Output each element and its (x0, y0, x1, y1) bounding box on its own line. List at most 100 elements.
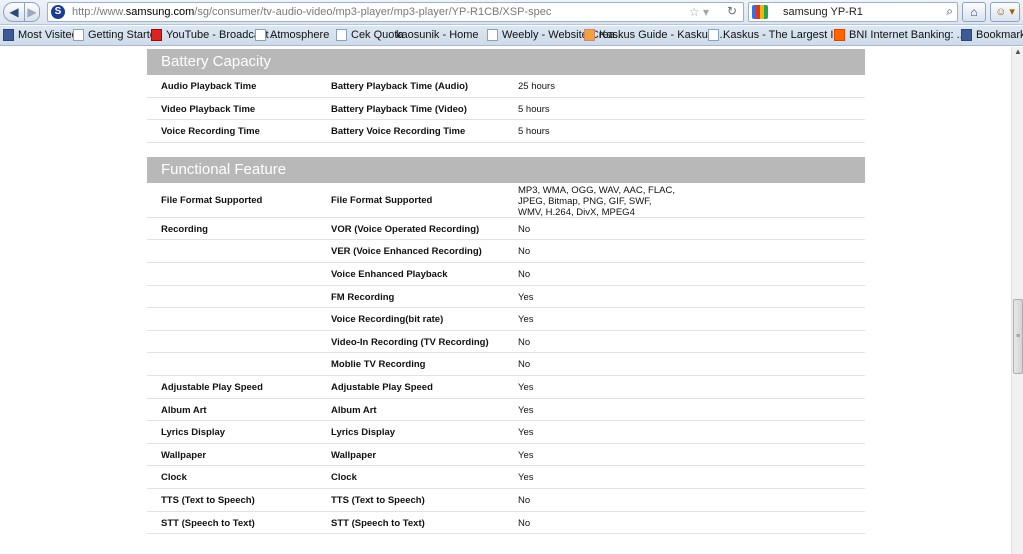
back-arrow-icon: ◀ (9, 5, 19, 19)
spec-item-label: Battery Playback Time (Video) (331, 103, 467, 115)
bookmark-label: Kaskus - The Largest I... (723, 29, 843, 41)
spec-group-label: Clock (161, 472, 187, 484)
spec-group-label: Audio Playback Time (161, 81, 257, 92)
spec-item-label: Album Art (331, 404, 377, 416)
bookmark-item[interactable]: Kaskus Guide - Kaskus ... (584, 29, 726, 41)
spec-item-label: VER (Voice Enhanced Recording) (331, 246, 482, 258)
spec-value: No (518, 223, 531, 235)
spec-item-label: Clock (331, 472, 357, 484)
spec-value: Yes (518, 291, 534, 303)
bookmark-star-icon[interactable]: ☆ ▾ (689, 5, 709, 19)
bookmark-label: Kaskus Guide - Kaskus ... (599, 29, 726, 41)
site-favicon-icon: S (51, 5, 65, 19)
section-header: Battery Capacity (147, 49, 865, 75)
spec-row: Voice Recording Time Battery Voice Record… (147, 120, 865, 143)
spec-group-label: Wallpaper (161, 449, 207, 461)
bookmark-label: BNI Internet Banking: ... (849, 29, 966, 41)
spec-value: Yes (518, 449, 534, 461)
spec-value: Yes (518, 427, 534, 439)
spec-group-label: Recording (161, 223, 208, 235)
search-bar[interactable]: samsung YP-R1 ⌕ (748, 2, 958, 22)
spec-row: Video-In Recording (TV Recording) No (147, 331, 865, 354)
spec-row: Album Art Album Art Yes (147, 399, 865, 422)
spec-group-label: Video Playback Time (161, 103, 256, 115)
spec-item-label: TTS (Text to Speech) (331, 494, 425, 506)
spec-row: Recording VOR (Voice Operated Recording) N… (147, 218, 865, 241)
section-header: Functional Feature (147, 156, 865, 183)
spec-value: Yes (518, 404, 534, 416)
spec-group-label: Adjustable Play Speed (161, 381, 263, 393)
spec-item-label: Lyrics Display (331, 427, 396, 439)
bookmark-item[interactable]: Bookmarks (961, 29, 1023, 41)
spec-item-label: File Format Supported (331, 194, 433, 206)
spec-item-label: Battery Playback Time (Audio) (331, 81, 469, 92)
bookmark-icon (961, 29, 972, 41)
magnifier-icon[interactable]: ⌕ (946, 4, 953, 19)
vertical-scrollbar[interactable]: ▲ ≡ (1011, 47, 1023, 554)
home-button[interactable]: ⌂ (962, 2, 986, 22)
bookmarks-toolbar: Most Visited Getting Started YouTube - Bro… (0, 26, 1023, 46)
spec-table: Battery Capacity Audio Playback Time Batte… (147, 47, 865, 535)
spec-row: Lyrics Display Lyrics Display Yes (147, 421, 865, 444)
spec-value: Yes (518, 314, 534, 326)
scroll-up-arrow-icon[interactable]: ▲ (1012, 47, 1023, 59)
bookmark-item[interactable]: Atmosphere (255, 29, 329, 41)
navigation-toolbar: ◀ ▶ S http://www.samsung.com/sg/consumer… (0, 0, 1023, 25)
bookmark-item[interactable]: Cek Quota (336, 29, 404, 41)
spec-value: Yes (518, 472, 534, 484)
scroll-thumb[interactable]: ≡ (1013, 299, 1023, 374)
spec-value: Yes (518, 381, 534, 393)
bookmark-item[interactable]: Most Visited (3, 29, 78, 41)
spec-item-label: Adjustable Play Speed (331, 381, 433, 393)
bookmark-label: Bookmarks (976, 29, 1023, 41)
spec-group-label: Lyrics Display (161, 427, 226, 439)
spec-row: File Format Supported File Format Support… (147, 183, 865, 218)
bookmark-icon (3, 29, 14, 41)
bookmark-label: kaosunik - Home (396, 29, 479, 41)
bookmark-icon (255, 29, 266, 41)
bookmark-item[interactable]: Getting Started (73, 29, 162, 41)
spec-row: Wallpaper Wallpaper Yes (147, 444, 865, 467)
spec-value: No (518, 336, 531, 348)
forward-button[interactable]: ▶ (24, 2, 40, 22)
bookmark-item[interactable]: kaosunik - Home (396, 29, 479, 41)
bookmark-icon (336, 29, 347, 41)
bookmark-item[interactable]: BNI Internet Banking: ... (834, 29, 966, 41)
spec-item-label: STT (Speech to Text) (331, 517, 425, 529)
spec-value-line: WMV, H.264, DivX, MPEG4 (518, 206, 635, 218)
spec-value: MP3, WMA, OGG, WAV, AAC, FLAC, JPEG, Bitm… (518, 185, 688, 218)
spec-group-label: Voice Recording Time (161, 126, 260, 138)
bookmark-icon (834, 29, 845, 41)
spec-row: Video Playback Time Battery Playback Time… (147, 98, 865, 121)
spec-value: No (518, 359, 531, 371)
search-engine-icon[interactable] (752, 5, 768, 19)
spec-group-label: Album Art (161, 404, 207, 416)
bookmark-item[interactable]: Kaskus - The Largest I... (708, 29, 843, 41)
bookmark-icon (73, 29, 84, 41)
address-bar[interactable]: S http://www.samsung.com/sg/consumer/tv-… (47, 2, 744, 22)
spec-item-label: Video-In Recording (TV Recording) (331, 336, 489, 348)
forward-arrow-icon: ▶ (27, 5, 37, 19)
spec-value: 5 hours (518, 103, 550, 115)
spec-row: VER (Voice Enhanced Recording) No (147, 240, 865, 263)
spec-item-label: FM Recording (331, 291, 395, 303)
bookmark-icon (584, 29, 595, 41)
spec-value: No (518, 268, 531, 280)
spec-value: No (518, 494, 531, 506)
spec-value: 25 hours (518, 81, 555, 92)
spec-row: Moblie TV Recording No (147, 353, 865, 376)
spec-value: No (518, 517, 531, 529)
spec-value-line: JPEG, Bitmap, PNG, GIF, SWF, (518, 195, 652, 207)
search-input[interactable]: samsung YP-R1 (783, 6, 863, 18)
spec-value-line: MP3, WMA, OGG, WAV, AAC, FLAC, (518, 184, 675, 196)
bookmark-icon (151, 29, 162, 41)
addon-button[interactable]: ☺ ▾ (990, 2, 1020, 22)
page-content: Battery Capacity Audio Playback Time Batte… (0, 47, 1011, 554)
spec-row: Adjustable Play Speed Adjustable Play Spe… (147, 376, 865, 399)
spec-row: Voice Enhanced Playback No (147, 263, 865, 286)
back-button[interactable]: ◀ (3, 2, 25, 22)
spec-item-label: Wallpaper (331, 449, 377, 461)
addon-face-icon: ☺ ▾ (995, 6, 1015, 18)
spec-item-label: Moblie TV Recording (331, 359, 426, 371)
reload-icon[interactable]: ↻ (727, 4, 737, 18)
